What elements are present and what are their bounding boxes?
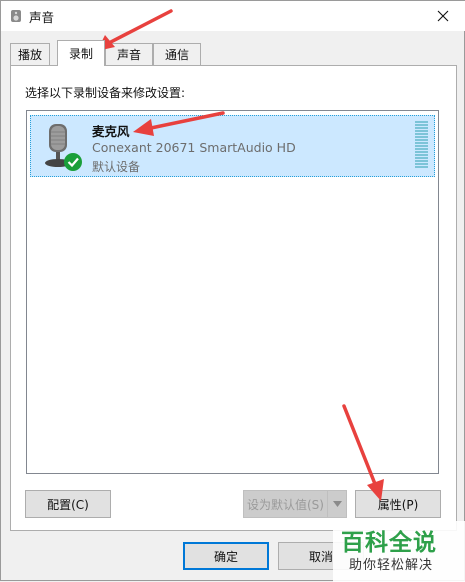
watermark-title: 百科全说	[341, 530, 437, 556]
chevron-down-icon	[332, 501, 342, 507]
recording-panel: 选择以下录制设备来修改设置: 麦克风 Conexant 20671 SmartA…	[10, 65, 457, 531]
device-item-microphone[interactable]: 麦克风 Conexant 20671 SmartAudio HD 默认设备	[30, 115, 435, 177]
device-status: 默认设备	[92, 160, 141, 174]
window-title: 声音	[29, 10, 55, 25]
default-check-icon	[64, 153, 82, 171]
close-button[interactable]	[420, 1, 465, 31]
tab-sounds[interactable]: 声音	[105, 43, 153, 65]
configure-button[interactable]: 配置(C)	[25, 490, 111, 518]
watermark-subtitle: 助你轻松解决	[349, 558, 434, 573]
device-list[interactable]: 麦克风 Conexant 20671 SmartAudio HD 默认设备	[26, 110, 439, 474]
set-default-dropdown[interactable]	[327, 490, 347, 518]
tab-playback[interactable]: 播放	[10, 43, 50, 65]
instruction-text: 选择以下录制设备来修改设置:	[25, 86, 186, 100]
set-default-button[interactable]: 设为默认值(S)	[243, 490, 328, 518]
sound-dialog: 声音 播放 录制 声音 通信 选择以下录制设备来修改设置: 麦克风 Conexa…	[0, 0, 465, 582]
device-description: Conexant 20671 SmartAudio HD	[92, 140, 296, 155]
close-icon	[437, 10, 449, 22]
device-name: 麦克风	[92, 124, 130, 139]
microphone-icon	[45, 124, 82, 171]
speaker-icon	[11, 10, 21, 22]
tab-communications[interactable]: 通信	[153, 43, 201, 65]
level-meter	[415, 121, 428, 171]
tab-recording[interactable]: 录制	[57, 40, 105, 66]
ok-button[interactable]: 确定	[183, 542, 269, 570]
title-bar: 声音	[1, 1, 465, 31]
properties-button[interactable]: 属性(P)	[355, 490, 441, 518]
watermark: 百科全说 助你轻松解决	[333, 521, 465, 582]
